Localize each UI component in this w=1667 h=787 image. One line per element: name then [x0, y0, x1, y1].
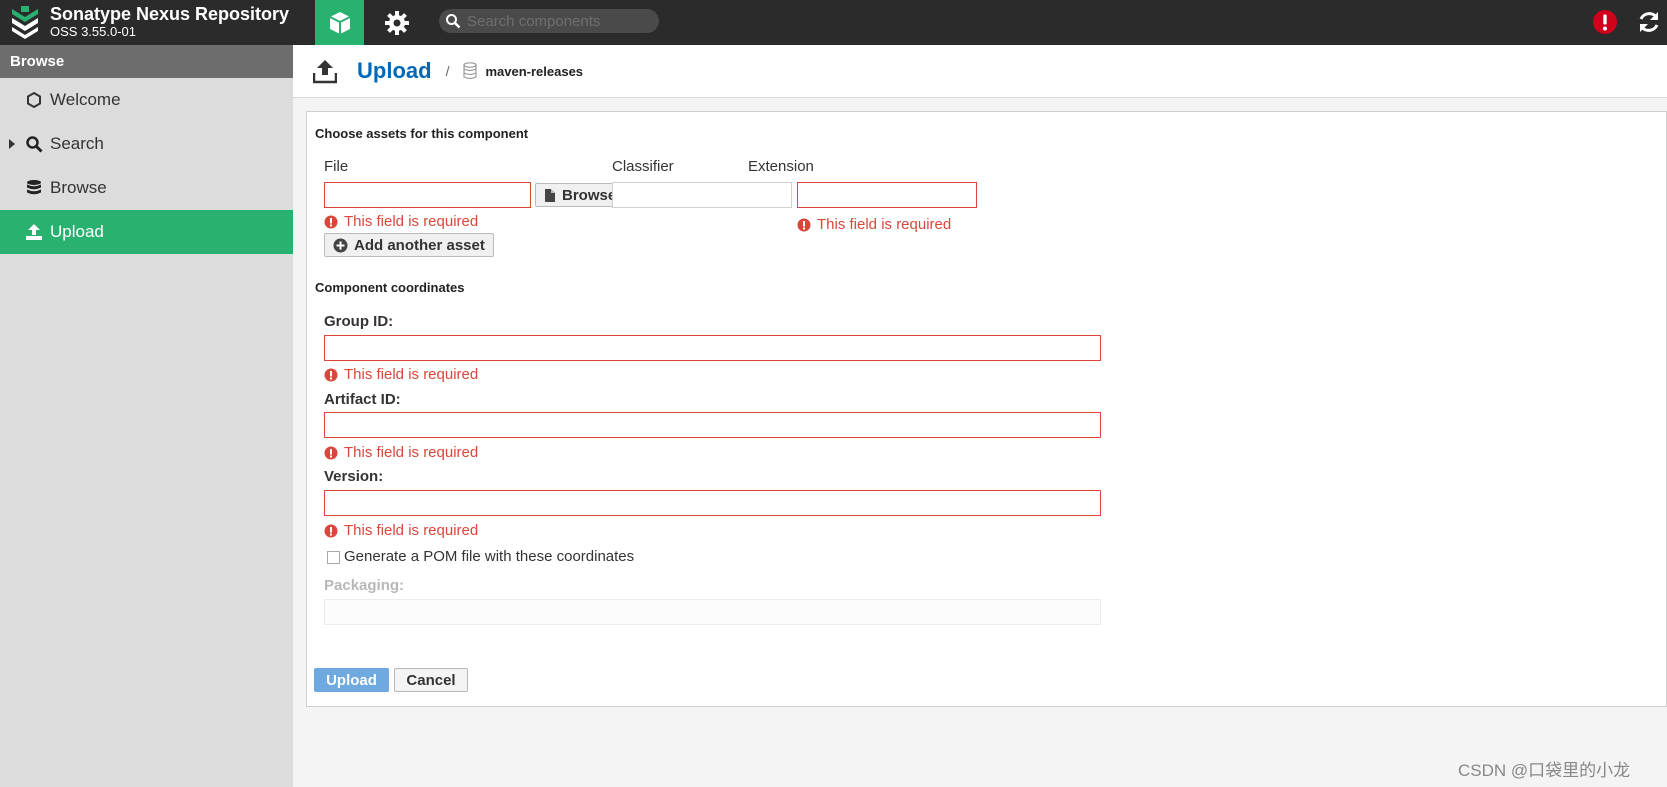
sidebar-item-label: Welcome [50, 90, 121, 109]
search-icon [26, 136, 43, 153]
group-id-field[interactable] [324, 335, 1101, 361]
file-field[interactable] [324, 182, 531, 208]
add-another-asset-button[interactable]: Add another asset [324, 233, 494, 257]
search-box[interactable] [439, 9, 659, 33]
gear-icon [384, 10, 409, 35]
sidebar-item-label: Search [50, 134, 104, 153]
sidebar: Browse Welcome Search Browse Upload [0, 45, 293, 787]
sidebar-item-search[interactable]: Search [0, 122, 293, 166]
hexagon-icon [27, 91, 41, 109]
error-icon [324, 215, 338, 228]
admin-mode-button[interactable] [372, 0, 421, 45]
classifier-input[interactable] [613, 183, 791, 207]
file-label: File [324, 158, 349, 175]
main-content: Upload / maven-releases Choose assets fo… [293, 45, 1667, 787]
artifact-id-input[interactable] [325, 413, 1100, 437]
packaging-input [325, 600, 1100, 624]
cancel-button[interactable]: Cancel [394, 668, 468, 692]
database-icon [463, 62, 478, 80]
page-title[interactable]: Upload [357, 58, 432, 84]
classifier-field[interactable] [612, 182, 792, 208]
generate-pom-checkbox[interactable] [327, 551, 340, 564]
extension-field[interactable] [797, 182, 977, 208]
version-label: Version: [324, 468, 384, 485]
classifier-label: Classifier [612, 158, 674, 175]
error-text: This field is required [344, 213, 479, 230]
error-text: This field is required [344, 444, 479, 461]
browse-mode-button[interactable] [315, 0, 364, 45]
upload-icon [313, 60, 337, 84]
generate-pom-label[interactable]: Generate a POM file with these coordinat… [344, 548, 634, 565]
expand-caret-icon[interactable] [9, 139, 15, 149]
app-version: OSS 3.55.0-01 [50, 24, 136, 39]
watermark: CSDN @口袋里的小龙 [1458, 761, 1631, 780]
upload-button[interactable]: Upload [314, 668, 389, 692]
artifact-id-field[interactable] [324, 412, 1101, 438]
artifact-id-error: This field is required [324, 444, 478, 461]
app-title: Sonatype Nexus Repository [50, 4, 290, 24]
cube-icon [329, 11, 350, 34]
artifact-id-label: Artifact ID: [324, 391, 401, 408]
error-icon [797, 218, 811, 231]
exclamation-circle-icon[interactable] [1592, 9, 1618, 35]
extension-label: Extension [748, 158, 814, 175]
breadcrumb-repository: maven-releases [485, 63, 584, 79]
packaging-label: Packaging: [324, 577, 405, 594]
sidebar-item-upload[interactable]: Upload [0, 210, 293, 254]
error-icon [324, 446, 338, 459]
error-icon [324, 368, 338, 381]
packaging-field [324, 599, 1101, 625]
version-error: This field is required [324, 522, 478, 539]
breadcrumb-separator: / [445, 63, 450, 79]
search-icon [446, 14, 461, 29]
coordinates-section-title: Component coordinates [315, 280, 465, 295]
sidebar-header: Browse [0, 45, 293, 78]
brand[interactable]: Sonatype Nexus Repository OSS 3.55.0-01 [10, 2, 289, 42]
add-asset-label: Add another asset [354, 236, 485, 254]
error-text: This field is required [817, 216, 952, 233]
extension-input[interactable] [798, 183, 976, 207]
group-id-input[interactable] [325, 336, 1100, 360]
sidebar-item-label: Browse [50, 178, 107, 197]
group-id-label: Group ID: [324, 313, 394, 330]
file-icon [545, 188, 555, 202]
sidebar-item-browse[interactable]: Browse [0, 166, 293, 210]
error-text: This field is required [344, 522, 479, 539]
version-input[interactable] [325, 491, 1100, 515]
browse-button-label: Browse [562, 186, 617, 204]
error-icon [324, 524, 338, 537]
database-icon [27, 180, 41, 195]
upload-form-panel: Choose assets for this component File Cl… [306, 111, 1667, 707]
sidebar-item-label: Upload [50, 222, 104, 241]
upload-icon [26, 224, 42, 240]
file-input[interactable] [325, 183, 530, 207]
search-components-input[interactable] [467, 12, 647, 30]
sidebar-item-welcome[interactable]: Welcome [0, 78, 293, 122]
error-text: This field is required [344, 366, 479, 383]
file-error: This field is required [324, 213, 478, 230]
refresh-icon[interactable] [1636, 9, 1662, 35]
plus-circle-icon [333, 238, 348, 252]
assets-section-title: Choose assets for this component [315, 126, 529, 141]
breadcrumb: Upload / maven-releases [293, 45, 1667, 98]
version-field[interactable] [324, 490, 1101, 516]
group-id-error: This field is required [324, 366, 478, 383]
extension-error: This field is required [797, 216, 951, 233]
nexus-logo-icon [12, 6, 38, 39]
top-bar: Sonatype Nexus Repository OSS 3.55.0-01 [0, 0, 1667, 45]
